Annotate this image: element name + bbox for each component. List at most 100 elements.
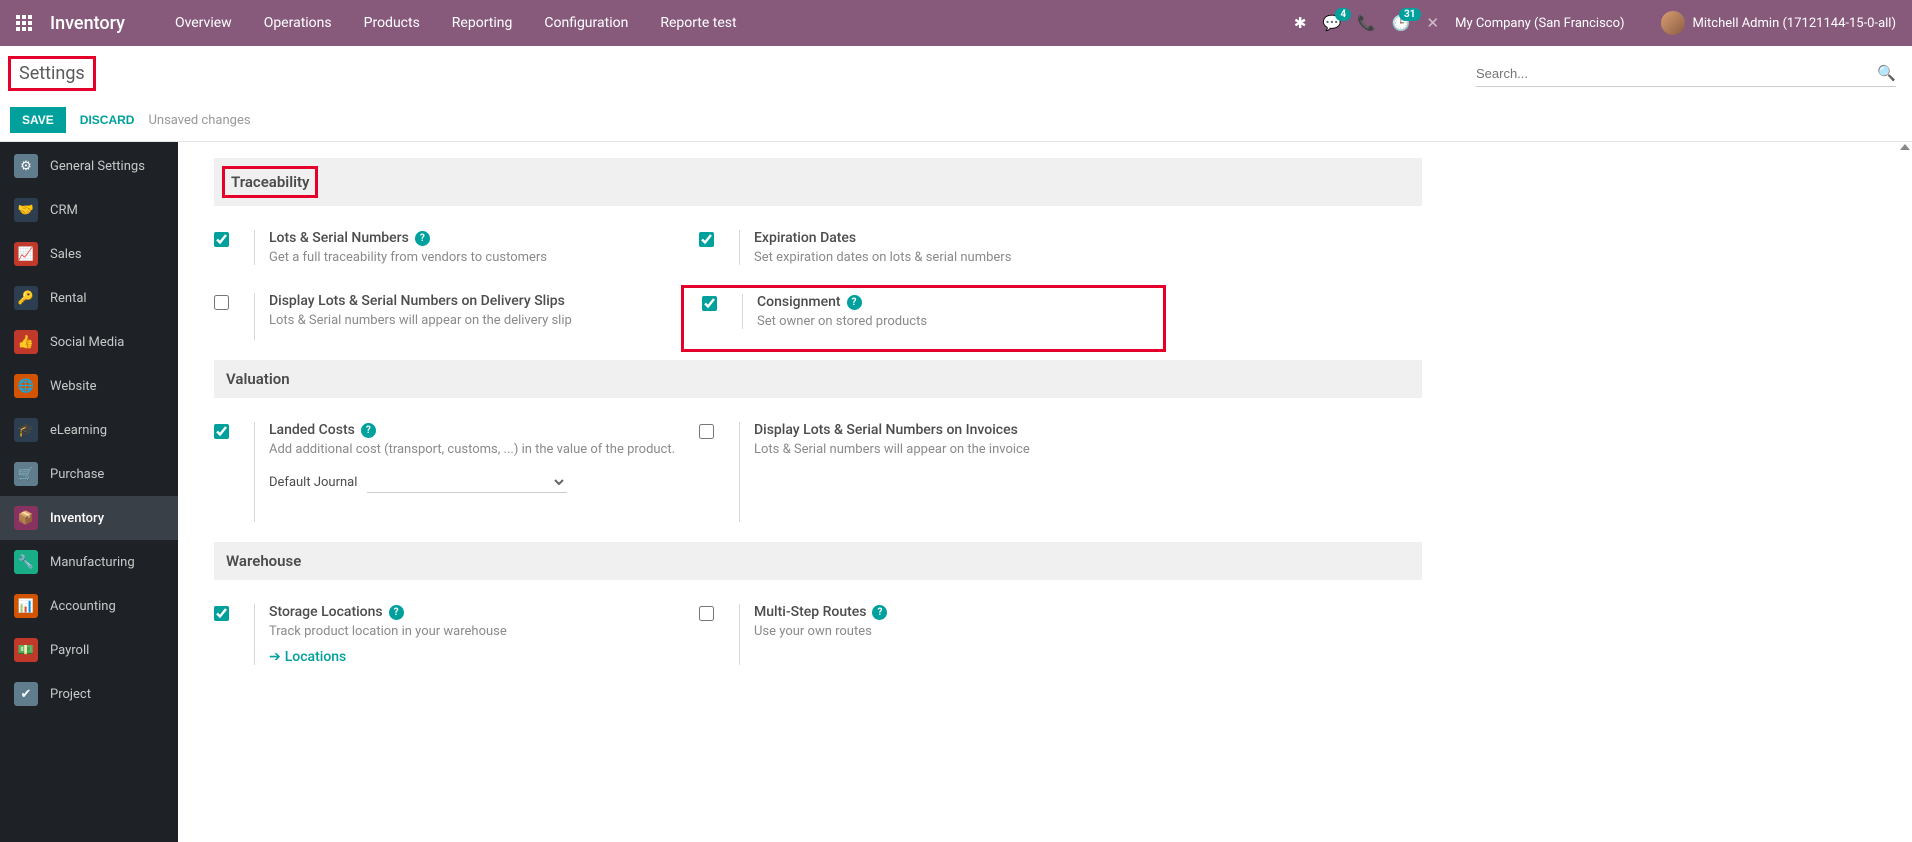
sidebar-item-label: Inventory <box>50 511 104 526</box>
setting-title: Expiration Dates <box>754 230 856 246</box>
journal-label: Default Journal <box>269 475 357 490</box>
sidebar-item-label: Manufacturing <box>50 555 135 570</box>
help-icon[interactable]: ? <box>389 605 404 620</box>
sidebar-item-general-settings[interactable]: ⚙General Settings <box>0 144 178 188</box>
sidebar-item-label: Sales <box>50 247 82 262</box>
graduation-icon: 🎓 <box>14 418 38 442</box>
sidebar-item-sales[interactable]: 📈 Sales <box>0 232 178 276</box>
storage-checkbox[interactable] <box>214 606 229 621</box>
wrench-icon: 🔧 <box>14 550 38 574</box>
page-title: Settings <box>19 63 85 84</box>
nav-right: ✱ 💬4 📞 🕒31 ✕ My Company (San Francisco) … <box>1294 11 1896 35</box>
company-selector[interactable]: My Company (San Francisco) <box>1455 16 1624 31</box>
chat-badge: 4 <box>1335 8 1351 21</box>
settings-content: Traceability Lots & Serial Numbers? Get … <box>178 142 1912 842</box>
action-bar: SAVE DISCARD Unsaved changes <box>0 103 1912 142</box>
lots-checkbox[interactable] <box>214 232 229 247</box>
setting-desc: Set owner on stored products <box>757 314 1153 329</box>
sidebar-item-rental[interactable]: 🔑Rental <box>0 276 178 320</box>
bug-icon[interactable]: ✱ <box>1294 14 1307 32</box>
sidebar-item-website[interactable]: 🌐Website <box>0 364 178 408</box>
section-title: Traceability <box>231 173 309 191</box>
money-icon: 💵 <box>14 638 38 662</box>
setting-desc: Add additional cost (transport, customs,… <box>269 442 699 457</box>
nav-configuration[interactable]: Configuration <box>528 1 644 45</box>
nav-operations[interactable]: Operations <box>248 1 348 45</box>
settings-header: Settings 🔍 <box>0 46 1912 97</box>
landed-checkbox[interactable] <box>214 424 229 439</box>
user-menu[interactable]: Mitchell Admin (17121144-15-0-all) <box>1661 11 1896 35</box>
arrow-icon: ➔ <box>269 649 281 665</box>
key-icon: 🔑 <box>14 286 38 310</box>
chart-icon: 📈 <box>14 242 38 266</box>
setting-desc: Set expiration dates on lots & serial nu… <box>754 250 1184 265</box>
sidebar-item-payroll[interactable]: 💵Payroll <box>0 628 178 672</box>
expiration-checkbox[interactable] <box>699 232 714 247</box>
sidebar-item-inventory[interactable]: 📦 Inventory <box>0 496 178 540</box>
nav-overview[interactable]: Overview <box>159 1 248 45</box>
setting-lots-serial: Lots & Serial Numbers? Get a full tracea… <box>214 222 699 277</box>
setting-title: Display Lots & Serial Numbers on Invoice… <box>754 422 1018 438</box>
nav-reporting[interactable]: Reporting <box>436 1 529 45</box>
top-navbar: Inventory Overview Operations Products R… <box>0 0 1912 46</box>
section-title: Valuation <box>226 370 290 388</box>
boxes-icon: 📦 <box>14 506 38 530</box>
sidebar-item-accounting[interactable]: 📊Accounting <box>0 584 178 628</box>
setting-title: Consignment <box>757 294 841 310</box>
main: ⚙General Settings 🤝CRM 📈Sales 🔑Rental 👍S… <box>0 142 1912 842</box>
scroll-up-icon[interactable] <box>1900 144 1910 150</box>
setting-multistep-routes: Multi-Step Routes? Use your own routes <box>699 596 1184 677</box>
unsaved-status: Unsaved changes <box>148 113 250 128</box>
help-icon[interactable]: ? <box>847 295 862 310</box>
help-icon[interactable]: ? <box>415 231 430 246</box>
default-journal-select[interactable] <box>367 471 567 493</box>
gear-icon: ⚙ <box>14 154 38 178</box>
close-tray-icon[interactable]: ✕ <box>1427 14 1440 32</box>
setting-title: Landed Costs <box>269 422 355 438</box>
section-valuation-header: Valuation <box>214 360 1422 398</box>
sidebar-item-purchase[interactable]: 🛒Purchase <box>0 452 178 496</box>
display-invoice-checkbox[interactable] <box>699 424 714 439</box>
user-name: Mitchell Admin (17121144-15-0-all) <box>1693 16 1896 31</box>
routes-checkbox[interactable] <box>699 606 714 621</box>
setting-display-delivery: Display Lots & Serial Numbers on Deliver… <box>214 285 699 352</box>
consignment-checkbox[interactable] <box>702 296 717 311</box>
section-title: Warehouse <box>226 552 301 570</box>
tasks-icon: ✔ <box>14 682 38 706</box>
phone-icon[interactable]: 📞 <box>1357 14 1376 32</box>
setting-consignment: Consignment? Set owner on stored product… <box>699 285 1184 352</box>
settings-sidebar: ⚙General Settings 🤝 CRM 📈 Sales 🔑Rental 👍S… <box>0 142 178 842</box>
bars-icon: 📊 <box>14 594 38 618</box>
search-icon[interactable]: 🔍 <box>1877 64 1896 82</box>
consignment-highlight: Consignment? Set owner on stored product… <box>681 285 1166 352</box>
activity-icon[interactable]: 🕒31 <box>1392 14 1411 32</box>
sidebar-item-manufacturing[interactable]: 🔧 Manufacturing <box>0 540 178 584</box>
sidebar-item-label: CRM <box>50 203 78 218</box>
setting-desc: Use your own routes <box>754 624 1184 639</box>
discard-button[interactable]: DISCARD <box>80 113 135 127</box>
sidebar-item-label: Purchase <box>50 467 104 482</box>
setting-display-invoice: Display Lots & Serial Numbers on Invoice… <box>699 414 1184 534</box>
messaging-icon[interactable]: 💬4 <box>1322 14 1341 32</box>
handshake-icon: 🤝 <box>14 198 38 222</box>
link-text: Locations <box>285 649 347 665</box>
setting-title: Display Lots & Serial Numbers on Deliver… <box>269 293 565 309</box>
thumbs-up-icon: 👍 <box>14 330 38 354</box>
apps-icon[interactable] <box>16 15 32 31</box>
search-input[interactable] <box>1476 66 1871 81</box>
sidebar-item-project[interactable]: ✔Project <box>0 672 178 716</box>
section-warehouse-header: Warehouse <box>214 542 1422 580</box>
nav-menu: Overview Operations Products Reporting C… <box>159 1 753 45</box>
locations-link[interactable]: ➔Locations <box>269 649 346 665</box>
sidebar-item-elearning[interactable]: 🎓eLearning <box>0 408 178 452</box>
nav-reporte-test[interactable]: Reporte test <box>644 1 752 45</box>
help-icon[interactable]: ? <box>872 605 887 620</box>
sidebar-item-crm[interactable]: 🤝 CRM <box>0 188 178 232</box>
sidebar-item-social-media[interactable]: 👍Social Media <box>0 320 178 364</box>
help-icon[interactable]: ? <box>361 423 376 438</box>
module-title[interactable]: Inventory <box>50 13 125 34</box>
setting-desc: Track product location in your warehouse <box>269 624 699 639</box>
nav-products[interactable]: Products <box>348 1 436 45</box>
save-button[interactable]: SAVE <box>10 107 66 133</box>
display-delivery-checkbox[interactable] <box>214 295 229 310</box>
